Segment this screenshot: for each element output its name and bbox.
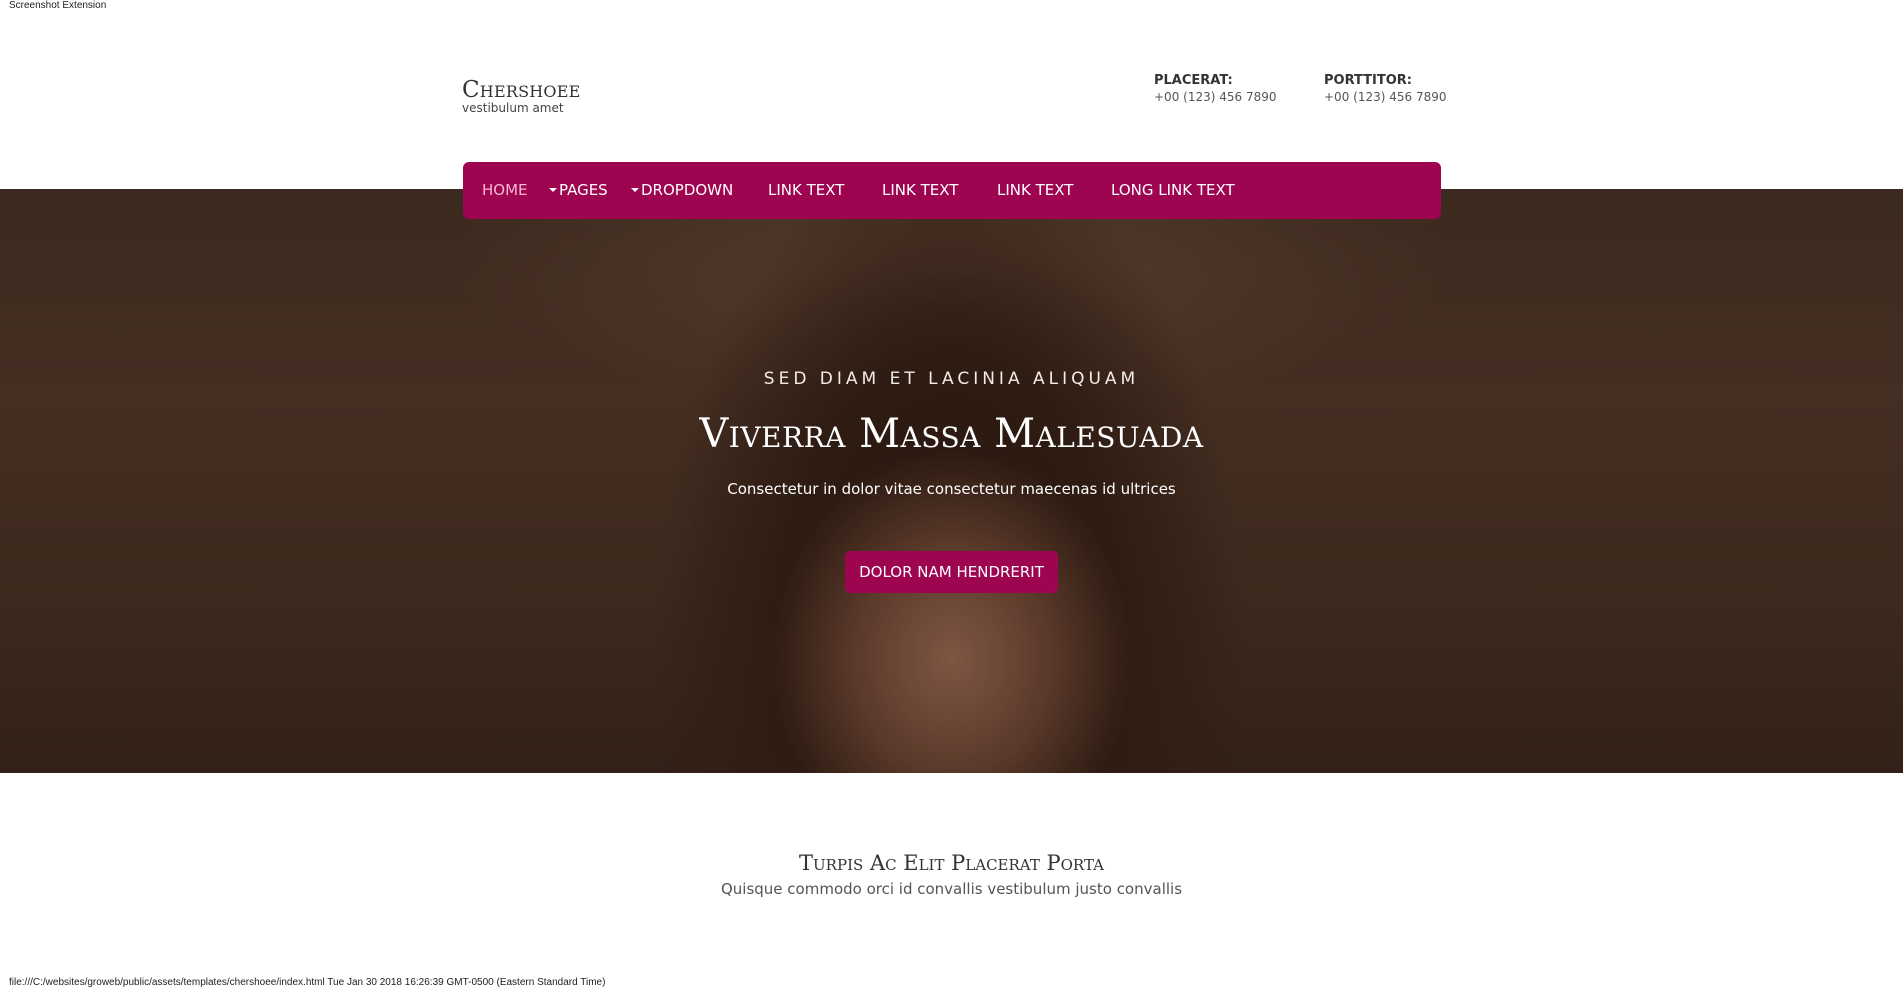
section-title: Turpis Ac Elit Placerat Porta: [799, 851, 1104, 875]
hero-title: Viverra Massa Malesuada: [699, 411, 1204, 457]
footer-file-path: file:///C:/websites/groweb/public/assets…: [9, 977, 606, 988]
nav-item-link-2[interactable]: LINK TEXT: [882, 162, 958, 219]
page: Screenshot Extension Chershoee vestibulu…: [0, 0, 1903, 989]
caret-down-icon: [631, 187, 639, 192]
hero-eyebrow: SED DIAM ET LACINIA ALIQUAM: [763, 369, 1140, 389]
section-subtitle: Quisque commodo orci id convallis vestib…: [720, 880, 1183, 898]
nav-item-dropdown[interactable]: DROPDOWN: [631, 162, 733, 219]
brand-name: Chershoee: [462, 77, 581, 103]
brand-logo[interactable]: Chershoee vestibulum amet: [462, 78, 580, 114]
extension-label: Screenshot Extension: [9, 0, 107, 11]
nav-item-label: LINK TEXT: [882, 181, 959, 199]
contact-porttitor: PORTTITOR: +00 (123) 456 7890: [1324, 73, 1446, 105]
contact-phone[interactable]: +00 (123) 456 7890: [1154, 89, 1276, 105]
hero-cta-button[interactable]: DOLOR NAM HENDRERIT: [845, 551, 1058, 593]
nav-item-link-1[interactable]: LINK TEXT: [768, 162, 844, 219]
contact-label: PLACERAT:: [1154, 73, 1233, 88]
hero-banner: SED DIAM ET LACINIA ALIQUAM Viverra Mass…: [0, 189, 1903, 773]
nav-item-long-link[interactable]: LONG LINK TEXT: [1111, 162, 1235, 219]
nav-item-pages[interactable]: PAGES: [549, 162, 608, 219]
main-navbar: HOME PAGES DROPDOWN LINK TEXT LINK TEXT …: [463, 162, 1441, 219]
nav-item-label: DROPDOWN: [641, 181, 734, 199]
nav-item-label: PAGES: [559, 181, 608, 199]
nav-item-home[interactable]: HOME: [482, 162, 528, 219]
nav-item-label: HOME: [482, 181, 528, 199]
nav-item-link-3[interactable]: LINK TEXT: [997, 162, 1073, 219]
contact-phone[interactable]: +00 (123) 456 7890: [1324, 89, 1446, 105]
nav-item-label: LINK TEXT: [997, 181, 1074, 199]
hero-subtitle: Consectetur in dolor vitae consectetur m…: [727, 480, 1176, 498]
contact-placerat: PLACERAT: +00 (123) 456 7890: [1154, 73, 1276, 105]
brand-tagline: vestibulum amet: [462, 101, 564, 115]
nav-item-label: LINK TEXT: [768, 181, 845, 199]
nav-item-label: LONG LINK TEXT: [1111, 181, 1235, 199]
caret-down-icon: [549, 187, 557, 192]
contact-label: PORTTITOR:: [1324, 73, 1413, 88]
